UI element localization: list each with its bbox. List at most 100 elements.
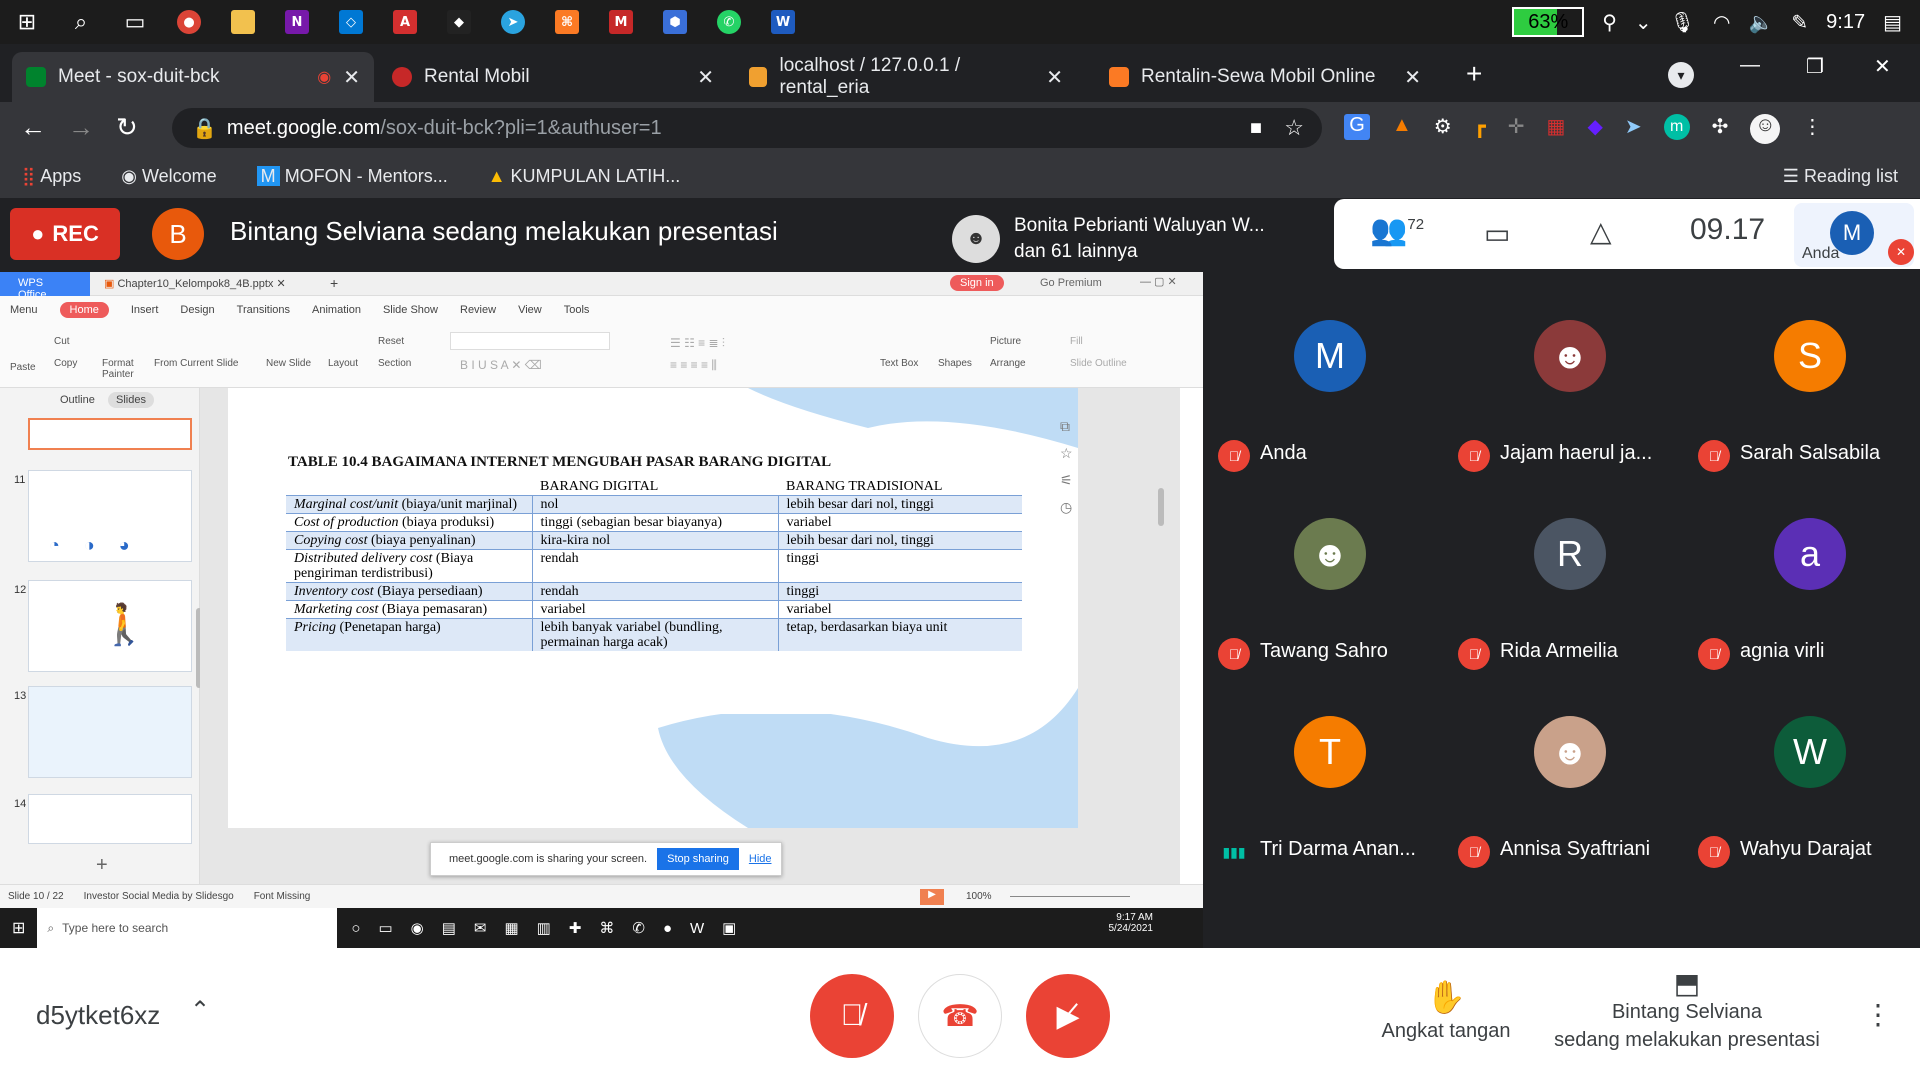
task-view-icon[interactable]: ▭: [108, 0, 162, 44]
ribbon-new-slide[interactable]: New Slide: [266, 358, 311, 369]
more-options-icon[interactable]: ⋮: [1864, 998, 1892, 1031]
tab-phpmyadmin[interactable]: localhost / 127.0.0.1 / rental_eria ✕: [735, 52, 1077, 102]
ribbon-picture[interactable]: Picture: [990, 336, 1021, 347]
chevron-up-icon[interactable]: ⌃: [190, 996, 210, 1025]
back-icon[interactable]: ←: [20, 112, 46, 143]
ribbon-fill[interactable]: Fill: [1070, 336, 1083, 347]
extension-fire-icon[interactable]: ▲: [1392, 114, 1412, 144]
close-icon[interactable]: ✕: [697, 65, 714, 90]
translate-icon[interactable]: G: [1344, 114, 1370, 140]
menu-item[interactable]: Design: [180, 304, 214, 316]
taskbar-app-icons[interactable]: ○▭◉▤✉▦▥✚⌘✆●W▣: [337, 919, 754, 937]
word-icon[interactable]: W: [756, 0, 810, 44]
xampp-icon[interactable]: ⌘: [540, 0, 594, 44]
wps-app-tab[interactable]: WPS Office: [0, 272, 90, 301]
close-icon[interactable]: ✕: [1046, 65, 1063, 90]
slide-thumbnail[interactable]: 🚶: [28, 580, 192, 672]
windows-start-icon[interactable]: ⊞: [0, 918, 37, 938]
menu-item[interactable]: Slide Show: [383, 304, 438, 316]
wifi-icon[interactable]: ◠: [1713, 10, 1730, 35]
bookmark-mofon[interactable]: M MOFON - Mentors...: [256, 165, 448, 187]
extension-pin-icon[interactable]: ┏: [1474, 114, 1486, 144]
taskbar-clock[interactable]: 9:17 AM 5/24/2021: [1109, 912, 1154, 934]
add-slide-icon[interactable]: +: [96, 854, 108, 877]
extension-cursor-icon[interactable]: ➤: [1625, 114, 1642, 144]
tab-search-icon[interactable]: ▾: [1668, 62, 1694, 88]
pdf-reader-icon[interactable]: A: [378, 0, 432, 44]
search-icon[interactable]: ⌕: [54, 0, 108, 44]
participant-tile[interactable]: a 🎙̸ agnia virli: [1688, 486, 1920, 684]
menu-item[interactable]: Menu: [10, 304, 38, 316]
chrome-app-icon[interactable]: ●: [162, 0, 216, 44]
git-icon[interactable]: ◆: [432, 0, 486, 44]
bookmark-latihan[interactable]: ▲ KUMPULAN LATIH...: [488, 166, 681, 187]
vscode-icon[interactable]: ◇: [324, 0, 378, 44]
window-close-icon[interactable]: ✕: [1874, 54, 1891, 79]
onenote-icon[interactable]: N: [270, 0, 324, 44]
ribbon-reset[interactable]: Reset: [378, 336, 404, 347]
zoom-level[interactable]: 100%: [966, 891, 992, 902]
microphone-off-button[interactable]: 🎙̸: [810, 974, 894, 1058]
ribbon-arrange[interactable]: Arrange: [990, 358, 1026, 369]
file-explorer-icon[interactable]: [216, 0, 270, 44]
close-icon[interactable]: ✕: [1404, 65, 1421, 90]
participant-tile[interactable]: R 🎙̸ Rida Armeilia: [1448, 486, 1688, 684]
participant-tile[interactable]: ☻ 🎙̸ Jajam haerul ja...: [1448, 288, 1688, 486]
ribbon-from-current-slide[interactable]: From Current Slide: [154, 358, 238, 369]
volume-icon[interactable]: 🔈: [1748, 10, 1773, 35]
menu-item[interactable]: Animation: [312, 304, 361, 316]
outline-tab[interactable]: Outline: [60, 394, 95, 406]
participant-tile[interactable]: T ▮▮▮ Tri Darma Anan...: [1208, 684, 1448, 882]
zoom-slider[interactable]: [1010, 896, 1130, 897]
clock-text[interactable]: 9:17: [1826, 11, 1865, 34]
microphone-icon[interactable]: 🎙: [1670, 10, 1695, 35]
extension-sheet-icon[interactable]: ▦: [1547, 114, 1566, 144]
tab-meet[interactable]: Meet - sox-duit-bck ◉ ✕: [12, 52, 374, 102]
mendeley-icon[interactable]: M: [594, 0, 648, 44]
camera-icon[interactable]: ■: [1250, 117, 1262, 140]
reading-list-button[interactable]: ☰ Reading list: [1783, 166, 1898, 187]
ribbon-slide-outline[interactable]: Slide Outline: [1070, 358, 1127, 369]
chat-icon[interactable]: ▭: [1484, 217, 1510, 250]
ribbon-copy[interactable]: Copy: [54, 358, 77, 369]
menu-item-home[interactable]: Home: [59, 302, 109, 318]
new-tab-plus-icon[interactable]: +: [1466, 58, 1482, 90]
stop-sharing-button[interactable]: Stop sharing: [657, 848, 739, 870]
slides-tab[interactable]: Slides: [108, 392, 154, 408]
ribbon-text-box[interactable]: Text Box: [880, 358, 918, 369]
profile-avatar[interactable]: ☺: [1750, 114, 1781, 144]
new-tab-icon[interactable]: +: [330, 275, 338, 291]
sign-in-button[interactable]: Sign in: [950, 275, 1004, 291]
menu-item[interactable]: Insert: [131, 304, 159, 316]
ribbon-shapes[interactable]: Shapes: [938, 358, 972, 369]
menu-item[interactable]: Review: [460, 304, 496, 316]
chevron-down-icon[interactable]: ⌄: [1635, 10, 1652, 35]
activities-icon[interactable]: △: [1590, 215, 1612, 248]
font-missing[interactable]: Font Missing: [254, 891, 311, 902]
slide-thumbnail[interactable]: ◔◑◕: [28, 470, 192, 562]
forward-icon[interactable]: →: [68, 112, 94, 143]
extension-gear-icon[interactable]: ⚙: [1434, 114, 1452, 144]
wps-file-tab[interactable]: ▣ Chapter10_Kelompok8_4B.pptx ✕: [104, 277, 286, 290]
bookmark-welcome[interactable]: ◉ Welcome: [121, 166, 216, 187]
camera-off-button[interactable]: ▶̸: [1026, 974, 1110, 1058]
slide-thumbnail[interactable]: [28, 794, 192, 844]
participant-tile[interactable]: ☻ 🎙̸ Tawang Sahro: [1208, 486, 1448, 684]
taskbar-search-box[interactable]: ⌕ Type here to search: [37, 908, 338, 948]
extension-move-icon[interactable]: ✛: [1508, 114, 1525, 144]
ribbon-section[interactable]: Section: [378, 358, 411, 369]
hide-link[interactable]: Hide: [749, 853, 772, 865]
go-premium-link[interactable]: Go Premium: [1040, 277, 1102, 289]
participant-tile[interactable]: ☻ 🎙̸ Annisa Syaftriani: [1448, 684, 1688, 882]
people-icon[interactable]: ⚲: [1602, 10, 1617, 35]
participant-tile[interactable]: S 🎙̸ Sarah Salsabila: [1688, 288, 1920, 486]
close-icon[interactable]: ✕: [343, 65, 360, 90]
people-button[interactable]: 👥72: [1370, 213, 1424, 248]
restore-icon[interactable]: ❐: [1806, 54, 1824, 79]
notification-icon[interactable]: ▤: [1883, 10, 1902, 35]
participant-tile[interactable]: W 🎙̸ Wahyu Darajat: [1688, 684, 1920, 882]
menu-item[interactable]: Tools: [564, 304, 590, 316]
ribbon-layout[interactable]: Layout: [328, 358, 358, 369]
font-name-box[interactable]: [450, 332, 610, 350]
more-vert-icon[interactable]: ⋮: [1802, 114, 1822, 144]
